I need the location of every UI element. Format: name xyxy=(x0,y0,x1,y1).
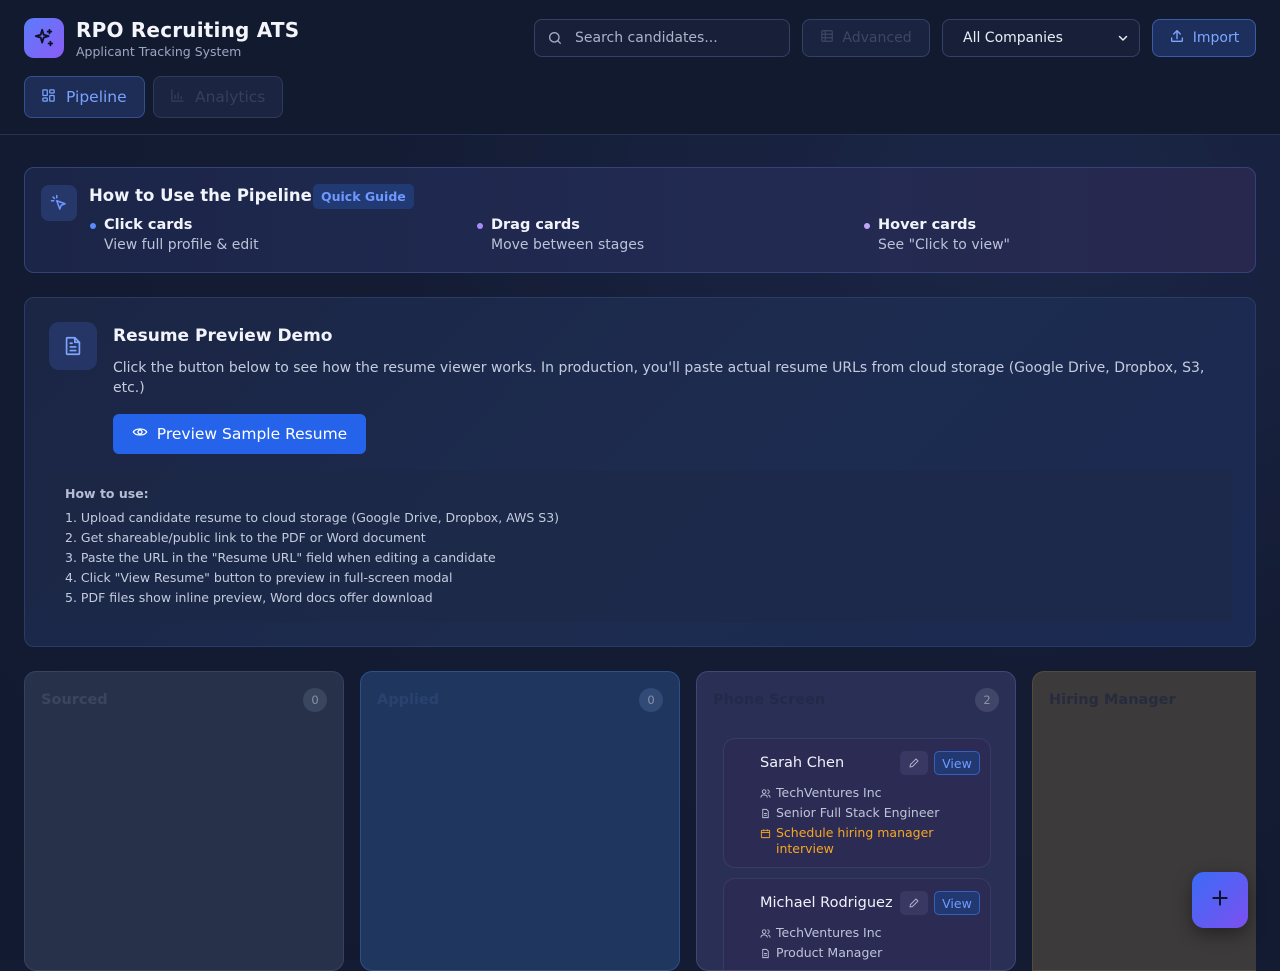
column-sourced[interactable]: Sourced 0 xyxy=(24,671,344,971)
action-text: Schedule hiring manager interview xyxy=(776,825,934,856)
column-title: Hiring Manager xyxy=(1049,692,1176,708)
app-title: RPO Recruiting ATS xyxy=(76,18,300,42)
candidate-card[interactable]: Sarah Chen View TechVentures Inc Senior … xyxy=(723,738,991,868)
candidate-name: Sarah Chen xyxy=(760,755,845,771)
preview-button-label: Preview Sample Resume xyxy=(156,425,348,443)
company-filter-value: All Companies xyxy=(963,30,1063,46)
candidate-company: TechVentures Inc xyxy=(760,925,882,942)
candidate-name: Michael Rodriguez xyxy=(760,895,893,911)
step-title: Hover cards xyxy=(878,217,977,233)
tab-analytics[interactable]: Analytics xyxy=(153,76,283,118)
view-button[interactable]: View xyxy=(934,891,980,915)
guide-title: How to Use the Pipeline xyxy=(89,186,312,205)
pipeline-guide: How to Use the Pipeline Quick Guide Clic… xyxy=(24,167,1256,273)
howto-step: 1. Upload candidate resume to cloud stor… xyxy=(65,510,560,525)
step-title: Drag cards xyxy=(491,217,580,233)
howto-step: 3. Paste the URL in the "Resume URL" fie… xyxy=(65,550,496,565)
howto-panel: How to use: 1. Upload candidate resume t… xyxy=(49,470,1233,622)
upload-icon xyxy=(1169,28,1185,48)
search-box[interactable] xyxy=(534,19,790,57)
demo-title: Resume Preview Demo xyxy=(113,326,333,346)
pink-dot-icon xyxy=(864,223,870,229)
quick-guide-badge: Quick Guide xyxy=(313,184,414,209)
tab-pipeline-label: Pipeline xyxy=(66,88,127,106)
column-phone-screen[interactable]: Phone Screen 2 Sarah Chen View TechVentu… xyxy=(696,671,1016,971)
column-count-badge: 2 xyxy=(975,688,999,712)
users-icon xyxy=(760,927,771,942)
howto-step: 4. Click "View Resume" button to preview… xyxy=(65,570,453,585)
eye-icon xyxy=(132,424,148,444)
edit-pencil-icon[interactable] xyxy=(900,891,928,915)
sparkles-logo-icon xyxy=(24,18,64,58)
howto-step: 5. PDF files show inline preview, Word d… xyxy=(65,590,433,605)
company-text: TechVentures Inc xyxy=(776,925,882,940)
step-desc: View full profile & edit xyxy=(104,237,259,253)
purple-dot-icon xyxy=(477,223,483,229)
column-title: Sourced xyxy=(41,692,108,708)
document-icon xyxy=(49,322,97,370)
pointer-click-icon xyxy=(41,185,77,221)
role-text: Senior Full Stack Engineer xyxy=(776,805,940,820)
grid-icon xyxy=(41,88,56,107)
candidate-card[interactable]: Michael Rodriguez View TechVentures Inc … xyxy=(723,878,991,970)
import-button[interactable]: Import xyxy=(1152,19,1256,57)
import-label: Import xyxy=(1192,30,1240,46)
candidate-next-action: Schedule hiring manager interview xyxy=(760,825,940,857)
file-icon xyxy=(760,807,771,822)
search-input[interactable] xyxy=(575,30,775,46)
app-header: RPO Recruiting ATS Applicant Tracking Sy… xyxy=(0,0,1280,135)
demo-description: Click the button below to see how the re… xyxy=(113,360,1205,396)
plus-icon xyxy=(1210,888,1230,912)
bar-chart-icon xyxy=(170,88,185,107)
candidate-company: TechVentures Inc xyxy=(760,785,882,802)
resume-preview-demo: Resume Preview Demo Click the button bel… xyxy=(24,297,1256,647)
step-desc: Move between stages xyxy=(491,237,645,253)
tab-analytics-label: Analytics xyxy=(195,88,266,106)
company-text: TechVentures Inc xyxy=(776,785,882,800)
filter-grid-icon xyxy=(820,29,834,47)
users-icon xyxy=(760,787,771,802)
tab-pipeline[interactable]: Pipeline xyxy=(24,76,145,118)
column-count-badge: 0 xyxy=(303,688,327,712)
howto-title: How to use: xyxy=(65,486,149,501)
role-text: Product Manager xyxy=(776,945,883,960)
search-icon xyxy=(547,30,563,46)
view-button[interactable]: View xyxy=(934,751,980,775)
add-candidate-button[interactable] xyxy=(1192,872,1248,928)
step-title: Click cards xyxy=(104,217,193,233)
preview-sample-resume-button[interactable]: Preview Sample Resume xyxy=(113,414,366,454)
column-applied[interactable]: Applied 0 xyxy=(360,671,680,971)
column-title: Phone Screen xyxy=(713,692,826,708)
calendar-icon xyxy=(760,827,771,843)
step-desc: See "Click to view" xyxy=(878,237,1010,253)
column-count-badge: 0 xyxy=(639,688,663,712)
app-subtitle: Applicant Tracking System xyxy=(76,44,242,59)
candidate-role: Product Manager xyxy=(760,945,882,962)
column-title: Applied xyxy=(377,692,440,708)
blue-dot-icon xyxy=(90,223,96,229)
company-filter-select[interactable]: All Companies xyxy=(942,19,1140,57)
advanced-filter-button[interactable]: Advanced xyxy=(802,19,930,57)
chevron-down-icon xyxy=(1117,32,1129,48)
edit-pencil-icon[interactable] xyxy=(900,751,928,775)
advanced-label: Advanced xyxy=(842,30,912,46)
howto-list: 1. Upload candidate resume to cloud stor… xyxy=(65,510,559,610)
candidate-role: Senior Full Stack Engineer xyxy=(760,805,939,822)
howto-step: 2. Get shareable/public link to the PDF … xyxy=(65,530,426,545)
